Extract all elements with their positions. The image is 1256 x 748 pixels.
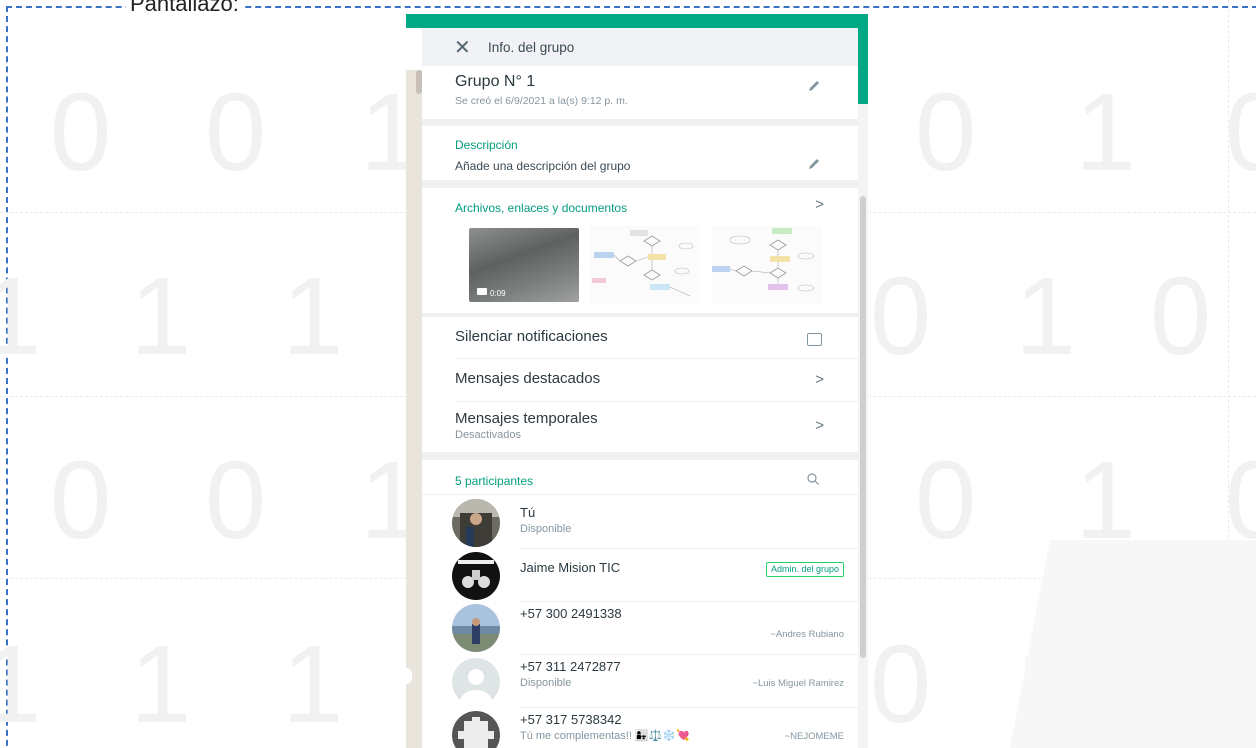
participant-name: Tú: [520, 505, 536, 520]
mute-notifications-row[interactable]: Silenciar notificaciones: [422, 317, 858, 359]
panel-scrollbar-thumb[interactable]: [860, 196, 866, 658]
background-digit: 0: [205, 439, 267, 562]
media-chevron-right-icon[interactable]: >: [815, 196, 824, 213]
participant-row[interactable]: Tú Disponible: [422, 496, 858, 548]
participant-name: +57 317 5738342: [520, 712, 622, 727]
background-digit: 0: [870, 255, 932, 378]
temporary-chevron-right-icon: >: [815, 417, 824, 434]
background-digit: 0: [1150, 255, 1212, 378]
background-digit: 1: [0, 255, 42, 378]
description-card: Descripción Añade una descripción del gr…: [422, 126, 858, 180]
background-digit: 1: [282, 255, 344, 378]
background-digit: 0: [50, 439, 112, 562]
background-digit: 0: [50, 71, 112, 194]
participant-avatar[interactable]: [452, 604, 500, 652]
temporary-messages-row[interactable]: Mensajes temporales Desactivados >: [422, 402, 858, 452]
group-name: Grupo N° 1: [455, 73, 536, 90]
participant-row[interactable]: Jaime Mision TIC Admin. del grupo: [422, 549, 858, 601]
group-created-date: Se creó el 6/9/2021 a la(s) 9:12 p. m.: [455, 95, 628, 107]
background-digit: 0: [915, 439, 977, 562]
media-section-title[interactable]: Archivos, enlaces y documentos: [455, 201, 627, 215]
participant-alias: ~NEJOMEME: [784, 731, 844, 742]
video-duration: 0:09: [490, 289, 506, 298]
temporary-messages-label: Mensajes temporales: [455, 410, 598, 427]
media-card[interactable]: Archivos, enlaces y documentos > 0:09: [422, 188, 858, 313]
participant-status: Disponible: [520, 677, 572, 689]
participant-name: +57 300 2491338: [520, 606, 622, 621]
default-avatar-icon[interactable]: [452, 658, 500, 706]
background-digit: 1: [1075, 71, 1137, 194]
background-digit: 0: [1225, 71, 1256, 194]
participants-title: 5 participantes: [455, 474, 534, 488]
mute-notifications-label: Silenciar notificaciones: [455, 328, 608, 345]
description-text[interactable]: Añade una descripción del grupo: [455, 159, 630, 173]
participant-avatar[interactable]: [452, 552, 500, 600]
panel-title: Info. del grupo: [488, 39, 575, 55]
participant-status: Disponible: [520, 523, 572, 535]
edit-name-pencil-icon[interactable]: [806, 78, 822, 94]
temporary-messages-status: Desactivados: [455, 429, 522, 441]
starred-messages-row[interactable]: Mensajes destacados >: [422, 359, 858, 401]
video-camera-icon: [477, 288, 487, 295]
participant-row[interactable]: +57 311 2472877 Disponible ~Luis Miguel …: [422, 655, 858, 707]
search-participants-icon[interactable]: [806, 472, 820, 486]
participant-alias: ~Luis Miguel Ramirez: [752, 678, 844, 689]
app-header-edge: [858, 14, 868, 104]
background-digit: 1: [1015, 255, 1077, 378]
background-digit: 0: [870, 623, 932, 746]
frame-caption: Pantallazo:: [126, 0, 243, 16]
participant-name: +57 311 2472877: [520, 659, 621, 674]
background-digit: 1: [130, 623, 192, 746]
group-info-panel: ✕ Info. del grupo Grupo N° 1 Se creó el …: [422, 28, 858, 748]
background-digit: 0: [915, 71, 977, 194]
settings-card: Silenciar notificaciones Mensajes destac…: [422, 317, 858, 452]
participant-row[interactable]: +57 300 2491338 ~Andres Rubiano: [422, 602, 858, 654]
starred-chevron-right-icon: >: [815, 371, 824, 388]
participant-avatar[interactable]: [452, 499, 500, 547]
mute-notifications-checkbox[interactable]: [807, 333, 822, 346]
background-digit: 1: [130, 255, 192, 378]
participant-avatar[interactable]: [452, 711, 500, 748]
background-digit: 1: [282, 623, 344, 746]
media-thumbnail-video[interactable]: 0:09: [469, 228, 579, 302]
participant-row[interactable]: +57 317 5738342 Tú me complementas!! 👩‍👧…: [422, 708, 858, 748]
media-thumbnail-diagram[interactable]: [590, 226, 700, 304]
close-icon[interactable]: ✕: [454, 35, 488, 60]
background-digit: 1: [0, 623, 42, 746]
participants-card: 5 participantes Tú Disponible Jaime Misi…: [422, 460, 858, 748]
panel-header: ✕ Info. del grupo: [422, 28, 858, 66]
participant-status: Tú me complementas!! 👩‍👧⚖️❄️💘: [520, 730, 690, 742]
media-thumbnail-diagram[interactable]: [712, 226, 822, 304]
edit-description-pencil-icon[interactable]: [806, 156, 822, 172]
admin-badge: Admin. del grupo: [765, 562, 844, 577]
background-digit: 0: [205, 71, 267, 194]
chat-bubble-edge: [400, 668, 412, 684]
group-name-card: Grupo N° 1 Se creó el 6/9/2021 a la(s) 9…: [422, 66, 858, 119]
description-title: Descripción: [455, 138, 518, 152]
starred-messages-label: Mensajes destacados: [455, 370, 601, 387]
decorative-shape: [1010, 540, 1256, 748]
divider: [422, 494, 858, 495]
participant-name: Jaime Mision TIC: [520, 560, 621, 575]
participant-alias: ~Andres Rubiano: [770, 629, 844, 640]
app-header-bar: [406, 14, 868, 28]
